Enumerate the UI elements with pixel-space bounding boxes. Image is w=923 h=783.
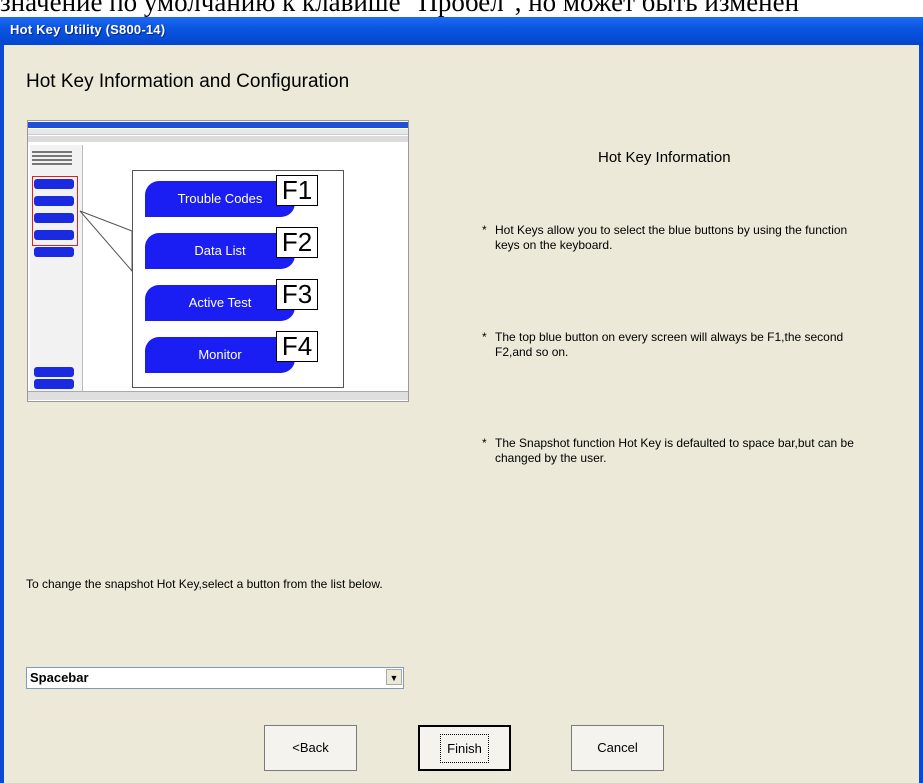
background-caption-text: значение по умолчанию к клавише "Пробел"…: [0, 0, 800, 17]
hot-key-preview-image: Trouble Codes F1 Data List F2 Active Tes…: [27, 120, 409, 402]
instruction-text: To change the snapshot Hot Key,select a …: [26, 577, 383, 591]
window-title: Hot Key Utility (S800-14): [10, 22, 166, 37]
callout-button-data-list: Data List: [145, 233, 295, 269]
f4-key-label: F4: [276, 331, 318, 362]
f3-key-label: F3: [276, 279, 318, 310]
cancel-button-label: Cancel: [597, 740, 638, 755]
finish-button-label: Finish: [440, 734, 489, 763]
bullet-star: *: [482, 436, 487, 450]
info-bullet: * The Snapshot function Hot Key is defau…: [482, 436, 862, 466]
bullet-star: *: [482, 330, 487, 344]
snapshot-hotkey-select[interactable]: Spacebar ▼: [26, 667, 404, 689]
info-bullet-text: The Snapshot function Hot Key is default…: [495, 436, 854, 465]
back-button[interactable]: <Back: [264, 725, 357, 771]
info-bullet: * Hot Keys allow you to select the blue …: [482, 223, 862, 253]
info-title: Hot Key Information: [598, 149, 731, 166]
info-bullet-text: Hot Keys allow you to select the blue bu…: [495, 223, 848, 252]
f1-key-label: F1: [276, 175, 318, 206]
selected-hotkey-value: Spacebar: [30, 670, 89, 685]
callout-button-trouble-codes: Trouble Codes: [145, 181, 295, 217]
callout-button-monitor: Monitor: [145, 337, 295, 373]
hot-key-utility-window: Hot Key Utility (S800-14) Hot Key Inform…: [0, 17, 923, 783]
back-button-label: <Back: [292, 740, 329, 755]
bullet-star: *: [482, 223, 487, 237]
title-bar[interactable]: Hot Key Utility (S800-14): [0, 17, 923, 45]
cancel-button[interactable]: Cancel: [571, 725, 664, 771]
info-bullet-text: The top blue button on every screen will…: [495, 330, 844, 359]
dialog-client-area: Hot Key Information and Configuration Tr…: [4, 45, 919, 783]
f2-key-label: F2: [276, 227, 318, 258]
page-title: Hot Key Information and Configuration: [26, 71, 350, 92]
info-bullet: * The top blue button on every screen wi…: [482, 330, 862, 360]
callout-button-active-test: Active Test: [145, 285, 295, 321]
callout-zoom-box: Trouble Codes F1 Data List F2 Active Tes…: [132, 170, 344, 388]
finish-button[interactable]: Finish: [418, 725, 511, 771]
chevron-down-icon[interactable]: ▼: [386, 669, 402, 685]
